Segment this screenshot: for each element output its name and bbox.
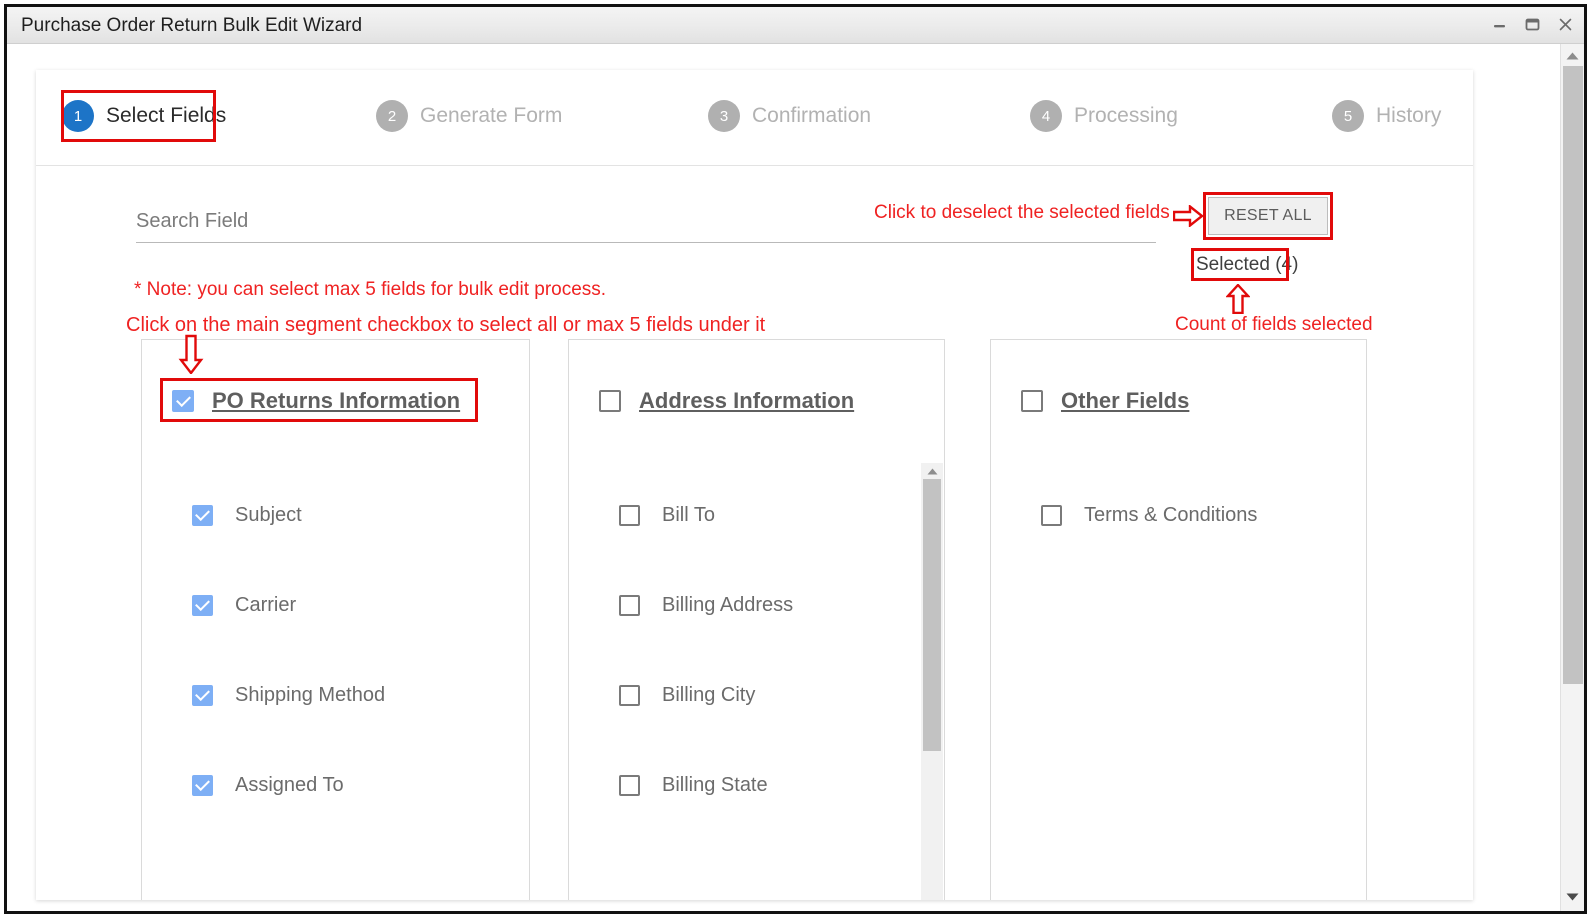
field-columns: PO Returns Information Subject Carrier S… [141, 334, 1471, 900]
field-checkbox-carrier[interactable] [192, 594, 213, 616]
step-history[interactable]: 5 History [1332, 100, 1441, 132]
field-label: Subject [235, 503, 302, 526]
maximize-icon[interactable] [1524, 16, 1541, 33]
step-label: Confirmation [752, 104, 872, 127]
field-item[interactable]: Assigned To [192, 740, 529, 830]
address-information-scrollbar[interactable] [921, 463, 943, 900]
step-label: Processing [1074, 104, 1178, 127]
field-list: Bill To Billing Address Billing City Bil… [569, 414, 944, 830]
annotation-reset-hint: Click to deselect the selected fields [874, 202, 1170, 223]
group-title: Other Fields [1061, 388, 1190, 413]
scrollbar-thumb[interactable] [1563, 66, 1583, 684]
group-title: Address Information [639, 388, 855, 413]
step-select-fields[interactable]: 1 Select Fields [62, 100, 226, 132]
annotation-arrow-right-icon [1172, 204, 1204, 228]
field-group-address-information: Address Information Bill To Billing Addr… [568, 339, 945, 900]
field-label: Shipping Method [235, 683, 386, 706]
scrollbar-thumb[interactable] [923, 479, 941, 751]
note-max-fields: * Note: you can select max 5 fields for … [134, 279, 607, 300]
wizard-stepper: 1 Select Fields 2 Generate Form 3 Confir… [36, 70, 1473, 166]
group-header[interactable]: Address Information [569, 340, 944, 414]
reset-all-button[interactable]: RESET ALL [1208, 197, 1328, 235]
field-list: Terms & Conditions [991, 414, 1366, 560]
field-checkbox-billing-city[interactable] [619, 684, 640, 706]
step-number-badge: 3 [708, 100, 740, 132]
field-checkbox-bill-to[interactable] [619, 504, 640, 526]
field-item[interactable]: Bill To [619, 470, 944, 560]
step-generate-form[interactable]: 2 Generate Form [376, 100, 562, 132]
group-header[interactable]: Other Fields [991, 340, 1366, 414]
field-item[interactable]: Terms & Conditions [1041, 470, 1366, 560]
annotation-count-hint: Count of fields selected [1175, 314, 1373, 335]
step-label: Generate Form [420, 104, 563, 127]
window-title: Purchase Order Return Bulk Edit Wizard [21, 15, 363, 36]
step-number-badge: 5 [1332, 100, 1364, 132]
step-number-badge: 1 [62, 100, 94, 132]
field-label: Carrier [235, 593, 297, 616]
field-group-other-fields: Other Fields Terms & Conditions [990, 339, 1367, 900]
wizard-card: 1 Select Fields 2 Generate Form 3 Confir… [36, 70, 1473, 900]
step-label: History [1376, 104, 1442, 127]
scroll-up-arrow-icon[interactable] [921, 463, 943, 479]
window-body: 1 Select Fields 2 Generate Form 3 Confir… [7, 44, 1584, 911]
window-frame: Purchase Order Return Bulk Edit Wizard 1… [4, 4, 1587, 914]
application-window: Purchase Order Return Bulk Edit Wizard 1… [0, 0, 1591, 918]
field-item[interactable]: Billing City [619, 650, 944, 740]
main-vertical-scrollbar[interactable] [1560, 44, 1584, 911]
field-checkbox-shipping-method[interactable] [192, 684, 213, 706]
annotation-arrow-up-icon [1225, 283, 1251, 315]
field-label: Bill To [662, 503, 715, 526]
field-label: Billing Address [662, 593, 794, 616]
step-processing[interactable]: 4 Processing [1030, 100, 1178, 132]
step-confirmation[interactable]: 3 Confirmation [708, 100, 871, 132]
group-title: PO Returns Information [212, 388, 461, 413]
field-item[interactable]: Carrier [192, 560, 529, 650]
title-bar: Purchase Order Return Bulk Edit Wizard [7, 7, 1584, 44]
field-group-po-returns-information: PO Returns Information Subject Carrier S… [141, 334, 530, 900]
step-number-badge: 4 [1030, 100, 1062, 132]
step-number-badge: 2 [376, 100, 408, 132]
column-spacer [945, 339, 990, 900]
field-checkbox-billing-address[interactable] [619, 594, 640, 616]
field-checkbox-assigned-to[interactable] [192, 774, 213, 796]
note-main-segment: Click on the main segment checkbox to se… [126, 314, 766, 336]
column-spacer [530, 339, 568, 900]
field-label: Terms & Conditions [1084, 503, 1258, 526]
field-list: Subject Carrier Shipping Method Assigned… [142, 414, 529, 830]
field-item[interactable]: Billing State [619, 740, 944, 830]
group-checkbox-po-returns-information[interactable] [172, 390, 194, 412]
selected-count-label: Selected (4) [1196, 254, 1299, 275]
window-controls [1491, 16, 1574, 33]
close-icon[interactable] [1557, 16, 1574, 33]
step-label: Select Fields [106, 104, 227, 127]
scroll-down-arrow-icon[interactable] [1561, 887, 1584, 907]
group-checkbox-other-fields[interactable] [1021, 390, 1043, 412]
field-label: Assigned To [235, 773, 344, 796]
annotation-arrow-down-icon [178, 334, 204, 375]
field-item[interactable]: Shipping Method [192, 650, 529, 740]
field-label: Billing State [662, 773, 768, 796]
field-item[interactable]: Billing Address [619, 560, 944, 650]
scroll-up-arrow-icon[interactable] [1561, 46, 1584, 66]
field-checkbox-terms-and-conditions[interactable] [1041, 504, 1062, 526]
group-checkbox-address-information[interactable] [599, 390, 621, 412]
field-checkbox-billing-state[interactable] [619, 774, 640, 796]
field-label: Billing City [662, 683, 756, 706]
minimize-icon[interactable] [1491, 16, 1508, 33]
field-checkbox-subject[interactable] [192, 504, 213, 526]
field-item[interactable]: Subject [192, 470, 529, 560]
